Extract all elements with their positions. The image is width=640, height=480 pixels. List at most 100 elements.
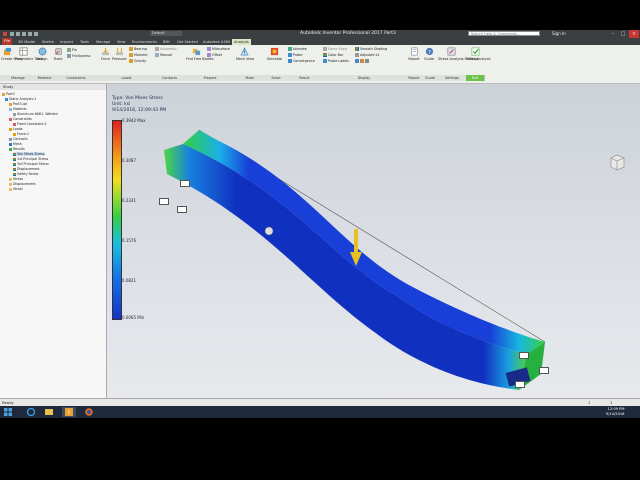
constraint-glyph[interactable] bbox=[177, 206, 187, 213]
moment-button[interactable]: Moment bbox=[129, 53, 147, 57]
tree-item-static-analysis[interactable]: Static Analysis:1 bbox=[5, 97, 36, 101]
model-browser: Study Part3 Static Analysis:1 Part3.ipt … bbox=[0, 84, 107, 398]
beam-model bbox=[163, 129, 546, 390]
stress-analysis-settings-button[interactable]: Stress Analysis Settings bbox=[438, 47, 478, 61]
group-constraints: Constraints bbox=[53, 75, 100, 81]
internet-explorer-icon[interactable] bbox=[24, 407, 38, 417]
convergence-button[interactable]: Convergence bbox=[288, 59, 315, 63]
constraint-glyph[interactable] bbox=[159, 198, 169, 205]
windows-start-icon[interactable] bbox=[3, 407, 13, 417]
constraint-glyph[interactable] bbox=[519, 352, 529, 359]
tree-item-constraints[interactable]: Constraints bbox=[9, 117, 32, 121]
app-menu-icon[interactable] bbox=[3, 32, 7, 36]
fixed-constraint-button[interactable]: Fixed bbox=[53, 47, 63, 61]
tree-item-fixed-constraint[interactable]: Fixed Constraint:1 bbox=[13, 122, 47, 126]
group-prepare: Prepare bbox=[185, 75, 236, 81]
tree-item-part[interactable]: Part3 bbox=[2, 92, 15, 96]
tree-item-results[interactable]: Results bbox=[9, 147, 25, 151]
tree-item-safety-factor[interactable]: Safety Factor bbox=[13, 172, 39, 176]
undo-icon[interactable] bbox=[28, 32, 32, 36]
frictionless-constraint-button[interactable]: Frictionless bbox=[67, 54, 90, 58]
same-scale-button[interactable]: Same Scale bbox=[323, 47, 347, 51]
group-report: Report bbox=[406, 75, 423, 81]
group-guide: Guide bbox=[422, 75, 439, 81]
parametric-table-icon bbox=[19, 47, 27, 56]
simulate-button[interactable]: Simulate bbox=[266, 47, 283, 61]
search-input[interactable]: Search Help & Commands... bbox=[468, 31, 540, 36]
mesh-view-button[interactable]: Mesh View bbox=[236, 47, 254, 61]
constraint-glyph[interactable] bbox=[539, 367, 549, 374]
probe-button[interactable]: Probe bbox=[288, 53, 302, 57]
smooth-shading-dropdown[interactable]: Smooth Shading bbox=[355, 47, 387, 51]
tree-item-contacts[interactable]: Contacts bbox=[9, 137, 28, 141]
tab-file[interactable]: File bbox=[2, 38, 12, 45]
animate-button[interactable]: Animate bbox=[288, 47, 307, 51]
window-title: Autodesk Inventor Professional 2017 Part… bbox=[300, 31, 396, 36]
display-options[interactable] bbox=[355, 59, 370, 63]
mesh-view-icon bbox=[240, 47, 249, 56]
group-manage: Manage bbox=[0, 75, 37, 81]
taskbar-clock[interactable]: 12:09 PM 9/14/2016 bbox=[606, 407, 624, 417]
tree-item-strain-folder[interactable]: Strain bbox=[9, 187, 23, 191]
guide-icon: ? bbox=[425, 47, 433, 56]
tree-item-3rd-principal-stress[interactable]: 3rd Principal Stress bbox=[13, 162, 49, 166]
firefox-icon[interactable] bbox=[82, 407, 96, 417]
force-arrow-icon bbox=[101, 47, 110, 56]
gravity-button[interactable]: Gravity bbox=[129, 59, 146, 63]
new-icon[interactable] bbox=[10, 32, 14, 36]
inventor-taskbar-icon[interactable]: I bbox=[62, 407, 76, 417]
clock-date: 9/14/2016 bbox=[606, 412, 625, 416]
pin-constraint-button[interactable]: Pin bbox=[67, 48, 77, 52]
view-cube[interactable] bbox=[607, 152, 627, 172]
close-button[interactable]: × bbox=[629, 30, 639, 38]
svg-text:?: ? bbox=[428, 50, 431, 56]
file-explorer-icon[interactable] bbox=[42, 407, 56, 417]
assign-material-button[interactable]: Assign bbox=[36, 47, 48, 61]
force-button[interactable]: Force bbox=[100, 47, 111, 61]
minimize-button[interactable]: – bbox=[608, 30, 618, 38]
manual-contacts-button[interactable]: Manual bbox=[155, 53, 172, 57]
redo-icon[interactable] bbox=[34, 32, 38, 36]
open-icon[interactable] bbox=[16, 32, 20, 36]
tree-item-loads[interactable]: Loads bbox=[9, 127, 23, 131]
midsurface-button[interactable]: Midsurface bbox=[207, 47, 230, 51]
group-material: Material bbox=[36, 75, 54, 81]
automatic-contacts-button[interactable]: Automatic bbox=[155, 47, 177, 51]
tree-item-mesh[interactable]: Mesh bbox=[9, 142, 22, 146]
group-mesh: Mesh bbox=[235, 75, 266, 81]
parametric-table-button[interactable]: Parametric Table bbox=[15, 47, 43, 61]
tree-item-material-value[interactable]: Aluminum 6061, Welded bbox=[13, 112, 58, 116]
find-free-bodies-button[interactable]: Find Free Bodies bbox=[186, 47, 214, 61]
constraint-glyph[interactable] bbox=[515, 381, 525, 388]
tree-item-displacement-folder[interactable]: Displacement bbox=[9, 182, 36, 186]
pressure-button[interactable]: Pressure bbox=[112, 47, 126, 61]
save-icon[interactable] bbox=[22, 32, 26, 36]
tree-item-stress-folder[interactable]: Stress bbox=[9, 177, 23, 181]
displacement-scale-dropdown[interactable]: Adjusted x1 bbox=[355, 53, 380, 57]
tree-item-1st-principal-stress[interactable]: 1st Principal Stress bbox=[13, 157, 48, 161]
offset-button[interactable]: Offset bbox=[207, 53, 222, 57]
color-bar-button[interactable]: Color Bar bbox=[323, 53, 343, 57]
material-dropdown[interactable]: Default bbox=[150, 31, 182, 36]
maximize-button[interactable]: □ bbox=[618, 30, 628, 38]
graphics-viewport[interactable]: Type: Von Mises Stress Unit: ksi 9/14/20… bbox=[107, 84, 640, 416]
tree-item-force[interactable]: Force:1 bbox=[13, 132, 29, 136]
finish-analysis-button[interactable]: Finish Analysis bbox=[466, 47, 491, 61]
ribbon-panel: Create Study Parametric Table Assign Fix… bbox=[0, 45, 640, 84]
probe-labels-button[interactable]: Probe Labels bbox=[323, 59, 349, 63]
group-solve: Solve bbox=[265, 75, 288, 81]
find-free-bodies-icon bbox=[192, 48, 200, 56]
tree-item-material[interactable]: Material bbox=[9, 107, 26, 111]
guide-button[interactable]: ? Guide bbox=[422, 47, 436, 61]
tree-item-part-file[interactable]: Part3.ipt bbox=[9, 102, 27, 106]
assign-material-icon bbox=[38, 47, 46, 56]
tree-item-displacement[interactable]: Displacement bbox=[13, 167, 40, 171]
create-study-button[interactable]: Create Study bbox=[1, 47, 23, 61]
sign-in-link[interactable]: Sign In bbox=[552, 31, 566, 36]
bearing-load-button[interactable]: Bearing bbox=[129, 47, 147, 51]
constraint-glyph[interactable] bbox=[180, 180, 190, 187]
beam-side-face bbox=[164, 144, 527, 390]
windows-taskbar: I 12:09 PM 9/14/2016 bbox=[0, 406, 640, 418]
report-button[interactable]: Report bbox=[407, 47, 421, 61]
tree-item-von-mises-stress[interactable]: Von Mises Stress bbox=[13, 152, 45, 156]
